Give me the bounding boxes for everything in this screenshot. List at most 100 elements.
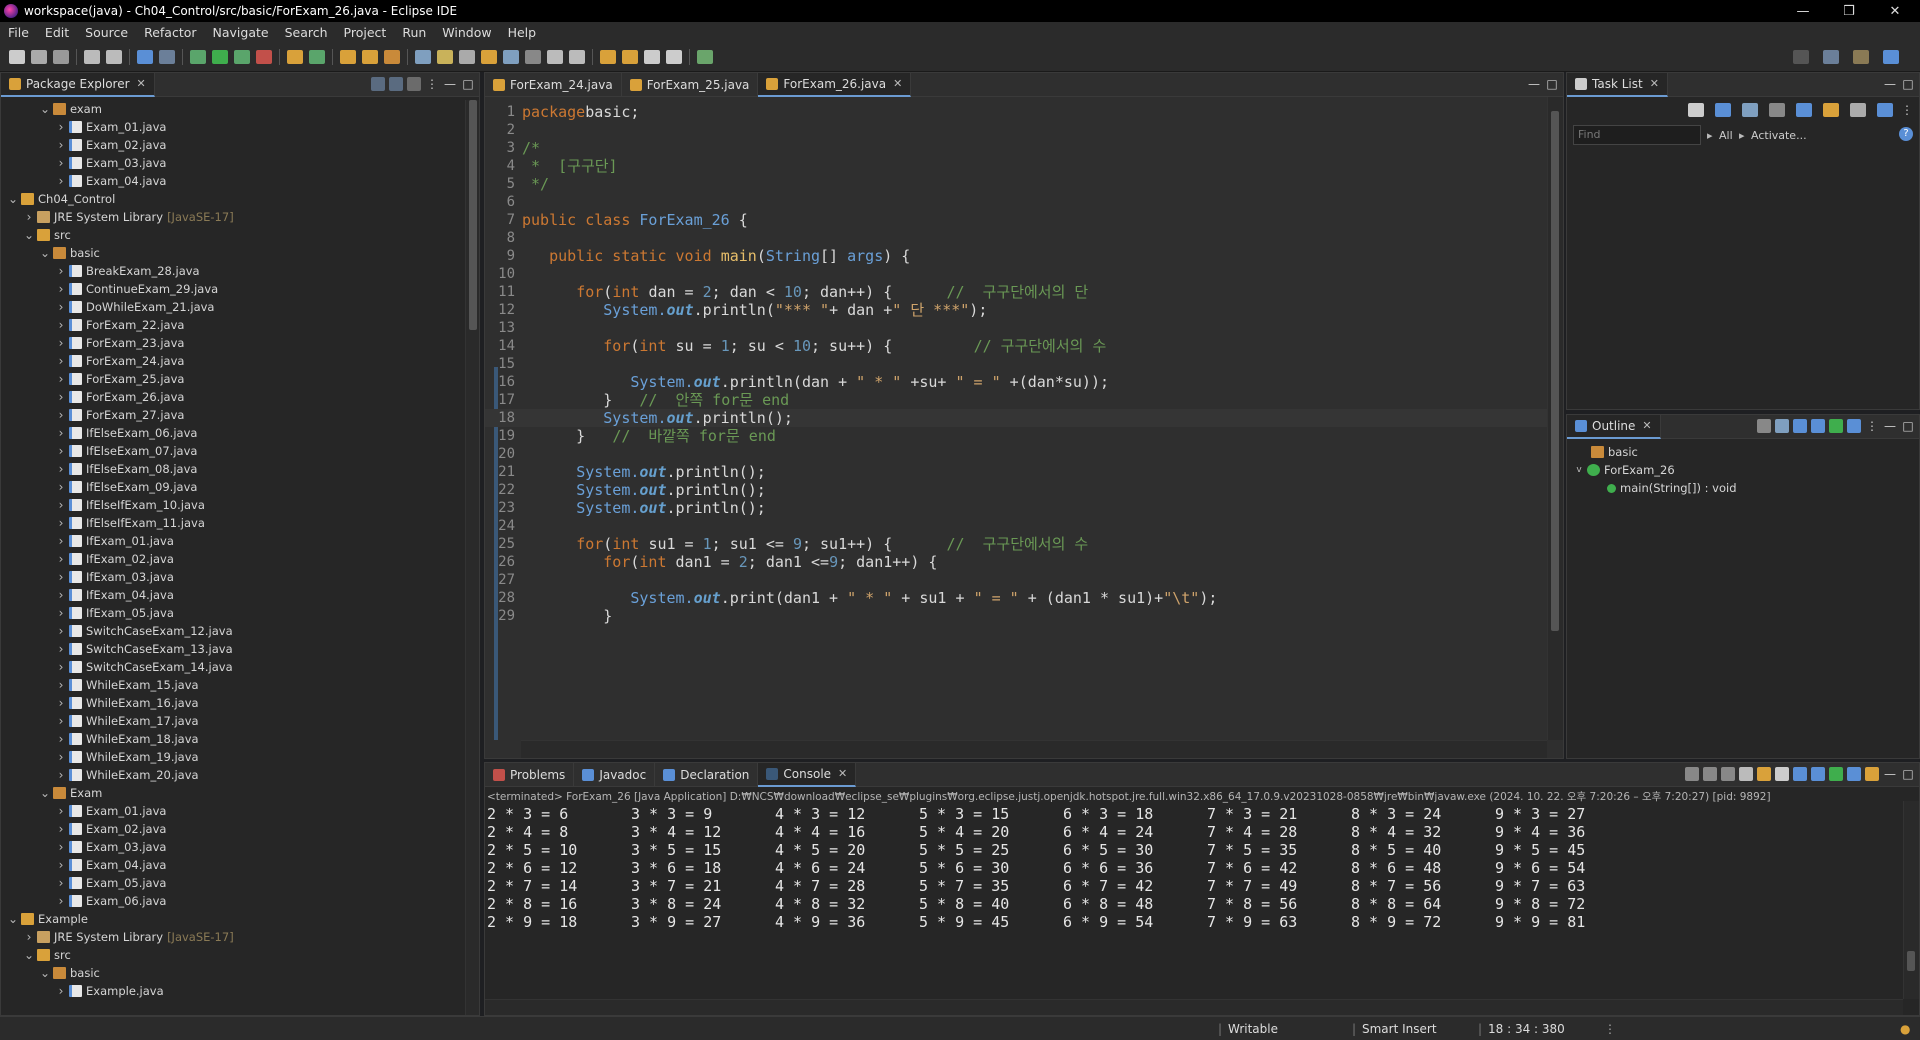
tree-item[interactable]: ⌄ exam bbox=[1, 100, 465, 118]
menu-refactor[interactable]: Refactor bbox=[136, 25, 204, 40]
code-line[interactable]: 19 } // 바깥쪽 for문 end bbox=[485, 427, 1547, 445]
chevron-down-icon[interactable]: ⌄ bbox=[39, 966, 51, 980]
chevron-right-icon[interactable]: › bbox=[55, 390, 67, 404]
minimize-view-icon[interactable]: — bbox=[1883, 419, 1897, 433]
tree-item[interactable]: › WhileExam_19.java bbox=[1, 748, 465, 766]
menu-run[interactable]: Run bbox=[394, 25, 434, 40]
code-line[interactable]: 27 bbox=[485, 571, 1547, 589]
undo-icon[interactable] bbox=[84, 49, 100, 64]
tree-item[interactable]: › Exam_02.java bbox=[1, 136, 465, 154]
tree-item[interactable]: › ForExam_25.java bbox=[1, 370, 465, 388]
hide-completed-icon[interactable] bbox=[1769, 103, 1785, 117]
chevron-right-icon[interactable]: › bbox=[55, 858, 67, 872]
synchronize-icon[interactable] bbox=[1877, 103, 1893, 117]
tab-console[interactable]: Console ✕ bbox=[758, 762, 857, 787]
tree-item[interactable]: › Exam_04.java bbox=[1, 856, 465, 874]
outline-item-method[interactable]: main(String[]) : void bbox=[1567, 479, 1919, 497]
terminate-icon[interactable] bbox=[1685, 767, 1699, 781]
tree-item[interactable]: › ForExam_23.java bbox=[1, 334, 465, 352]
help-icon[interactable]: ? bbox=[1899, 127, 1913, 141]
chevron-right-icon[interactable]: › bbox=[55, 804, 67, 818]
tree-item[interactable]: › IfExam_05.java bbox=[1, 604, 465, 622]
tree-item[interactable]: › Exam_01.java bbox=[1, 802, 465, 820]
chevron-right-icon[interactable]: › bbox=[55, 282, 67, 296]
tree-item[interactable]: › Exam_03.java bbox=[1, 154, 465, 172]
coverage-icon[interactable] bbox=[234, 49, 250, 64]
close-icon[interactable]: ✕ bbox=[1650, 77, 1659, 90]
chevron-down-icon[interactable]: ⌄ bbox=[7, 912, 19, 926]
outline-item-package[interactable]: basic bbox=[1567, 443, 1919, 461]
collapse-all-icon[interactable] bbox=[371, 77, 385, 91]
code-line[interactable]: 29 } bbox=[485, 607, 1547, 625]
chevron-right-icon[interactable]: › bbox=[23, 930, 35, 944]
chevron-down-icon[interactable]: ⌄ bbox=[7, 192, 19, 206]
menu-window[interactable]: Window bbox=[434, 25, 499, 40]
chevron-down-icon[interactable]: ⌄ bbox=[39, 102, 51, 116]
save-icon[interactable] bbox=[31, 49, 47, 64]
scrollbar-thumb[interactable] bbox=[1907, 951, 1915, 971]
pin-console-icon[interactable] bbox=[1829, 767, 1843, 781]
code-line[interactable]: 4 * [구구단] bbox=[485, 157, 1547, 175]
chevron-right-icon[interactable]: › bbox=[55, 768, 67, 782]
remove-all-terminated-icon[interactable] bbox=[1721, 767, 1735, 781]
chevron-right-icon[interactable]: › bbox=[55, 750, 67, 764]
tree-item[interactable]: › JRE System Library [JavaSE-17] bbox=[1, 208, 465, 226]
code-line[interactable]: 13 bbox=[485, 319, 1547, 337]
tree-item[interactable]: › Example.java bbox=[1, 982, 465, 1000]
code-line[interactable]: 3 /* bbox=[485, 139, 1547, 157]
console-vertical-scrollbar[interactable] bbox=[1903, 801, 1919, 999]
chevron-right-icon[interactable]: › bbox=[55, 156, 67, 170]
chevron-right-icon[interactable]: › bbox=[55, 660, 67, 674]
menu-navigate[interactable]: Navigate bbox=[205, 25, 277, 40]
tree-item[interactable]: › Exam_05.java bbox=[1, 874, 465, 892]
search-toolbar-icon[interactable] bbox=[384, 49, 400, 64]
chevron-down-icon[interactable]: ⌄ bbox=[39, 246, 51, 260]
chevron-down-icon[interactable]: ⌄ bbox=[23, 228, 35, 242]
scrollbar-thumb[interactable] bbox=[1551, 111, 1559, 631]
tree-item[interactable]: ⌄ Ch04_Control bbox=[1, 190, 465, 208]
tree-item[interactable]: › IfElseExam_06.java bbox=[1, 424, 465, 442]
code-line[interactable]: 18 System.out.println(); bbox=[485, 409, 1547, 427]
chevron-right-icon[interactable]: › bbox=[55, 624, 67, 638]
paragraph-icon[interactable] bbox=[525, 49, 541, 64]
tab-problems[interactable]: Problems bbox=[485, 762, 575, 787]
tab-javadoc[interactable]: Javadoc bbox=[574, 762, 656, 787]
chevron-right-icon[interactable]: › bbox=[55, 552, 67, 566]
code-line[interactable]: 24 bbox=[485, 517, 1547, 535]
back-icon[interactable] bbox=[644, 49, 660, 64]
tree-item[interactable]: ⌄ basic bbox=[1, 244, 465, 262]
search-icon[interactable] bbox=[1793, 49, 1809, 64]
tree-item[interactable]: › IfElseExam_07.java bbox=[1, 442, 465, 460]
chevron-right-icon[interactable]: › bbox=[55, 300, 67, 314]
save-all-icon[interactable] bbox=[53, 49, 69, 64]
hide-nonpublic-icon[interactable] bbox=[1829, 419, 1843, 433]
code-editor[interactable]: 1 packagebasic; 2 3/* 4 * [구구단] 5 */6 7 public … bbox=[485, 97, 1547, 740]
chevron-right-icon[interactable]: › bbox=[55, 120, 67, 134]
show-whitespace-icon[interactable] bbox=[503, 49, 519, 64]
tree-item[interactable]: › WhileExam_16.java bbox=[1, 694, 465, 712]
chevron-right-icon[interactable]: › bbox=[55, 642, 67, 656]
word-wrap-icon[interactable] bbox=[481, 49, 497, 64]
tree-item[interactable]: › SwitchCaseExam_13.java bbox=[1, 640, 465, 658]
tree-item[interactable]: › ForExam_27.java bbox=[1, 406, 465, 424]
tree-item[interactable]: › ForExam_24.java bbox=[1, 352, 465, 370]
maximize-view-icon[interactable]: □ bbox=[1901, 77, 1915, 91]
tab-task-list[interactable]: Task List ✕ bbox=[1567, 72, 1668, 97]
menu-search[interactable]: Search bbox=[277, 25, 336, 40]
chevron-right-icon[interactable]: › bbox=[55, 264, 67, 278]
open-task-icon[interactable] bbox=[362, 49, 378, 64]
package-explorer-scrollbar[interactable] bbox=[465, 100, 479, 1015]
prev-annotation-icon[interactable] bbox=[569, 49, 585, 64]
redo-icon[interactable] bbox=[106, 49, 122, 64]
remove-launch-icon[interactable] bbox=[1703, 767, 1717, 781]
forward-history-icon[interactable] bbox=[622, 49, 638, 64]
chevron-right-icon[interactable]: › bbox=[55, 894, 67, 908]
external-tools-icon[interactable] bbox=[256, 49, 272, 64]
new-task-icon[interactable] bbox=[1688, 103, 1704, 117]
new-icon[interactable] bbox=[9, 49, 25, 64]
tree-item[interactable]: › IfElseIfExam_11.java bbox=[1, 514, 465, 532]
view-menu-icon[interactable]: ⋮ bbox=[425, 77, 439, 91]
chevron-right-icon[interactable]: › bbox=[55, 714, 67, 728]
chevron-right-icon[interactable]: › bbox=[23, 210, 35, 224]
clear-console-icon[interactable] bbox=[1739, 767, 1753, 781]
